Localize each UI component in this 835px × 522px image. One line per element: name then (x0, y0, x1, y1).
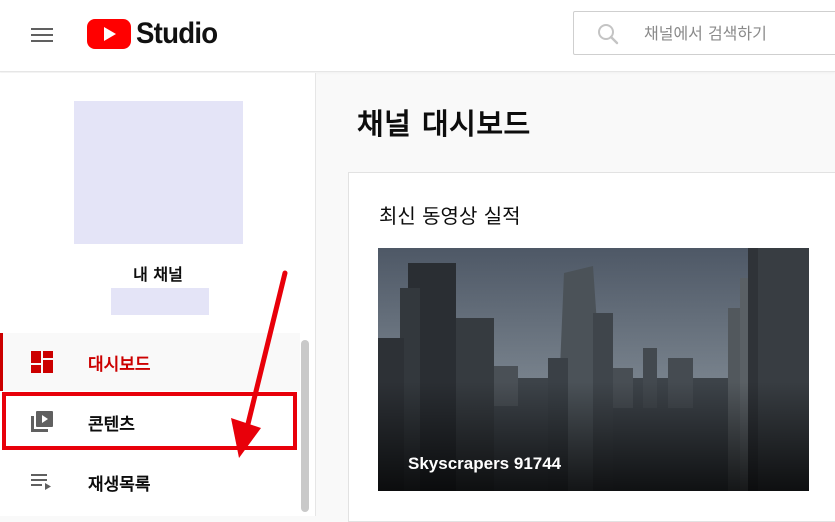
video-title: Skyscrapers 91744 (408, 454, 562, 473)
playlist-icon (31, 474, 51, 490)
search-box (573, 11, 835, 55)
sidebar: 내 채널 대시보드 콘텐츠 재생목록 (0, 73, 316, 516)
hamburger-menu-icon[interactable] (28, 22, 56, 50)
channel-avatar[interactable] (74, 101, 243, 244)
sidebar-item-label: 대시보드 (88, 355, 151, 375)
page-title: 채널 대시보드 (357, 107, 531, 141)
youtube-studio-logo[interactable]: Studio (87, 16, 225, 52)
dashboard-icon (31, 351, 53, 373)
sidebar-item-label: 재생목록 (88, 475, 151, 495)
logo-text: Studio (136, 17, 218, 50)
annotation-arrow-icon (231, 270, 288, 458)
youtube-play-icon (87, 19, 131, 49)
channel-name-placeholder (111, 288, 209, 315)
card-title: 최신 동영상 실적 (379, 204, 521, 228)
latest-video-card: 최신 동영상 실적 Skyscrapers 91744 (348, 172, 835, 522)
sidebar-scrollbar[interactable] (301, 340, 309, 512)
top-bar: Studio (0, 0, 835, 72)
search-icon[interactable] (596, 22, 620, 46)
search-input[interactable] (644, 12, 835, 54)
video-thumbnail[interactable]: Skyscrapers 91744 (378, 248, 809, 491)
